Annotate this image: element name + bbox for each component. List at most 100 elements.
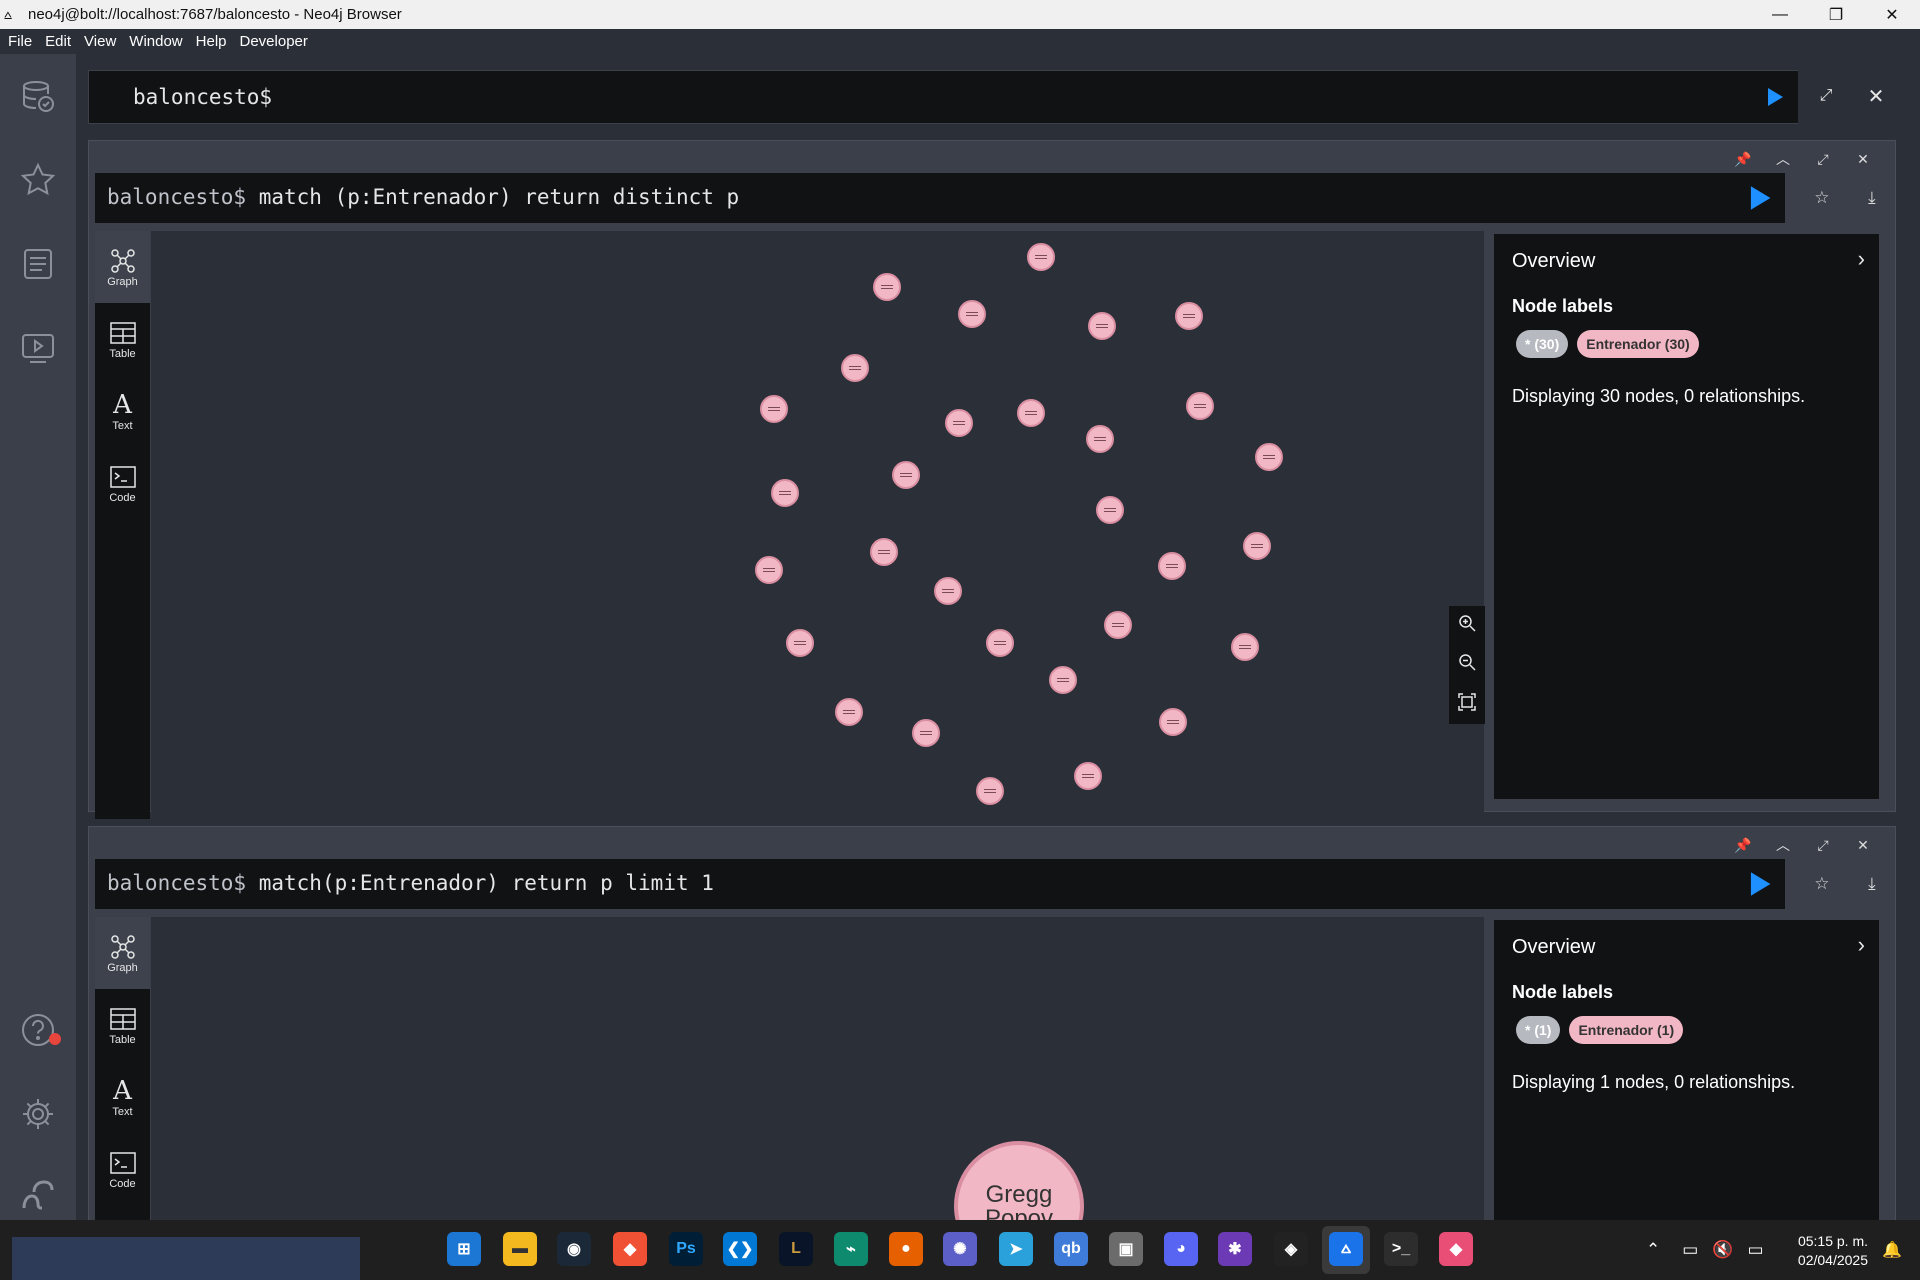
photoshop-icon[interactable]: Ps [669, 1232, 703, 1266]
download-icon[interactable]: ⤓ [1868, 188, 1876, 208]
file-explorer-icon[interactable]: ▬ [503, 1232, 537, 1266]
gear-icon[interactable] [18, 1094, 58, 1134]
frame-query-bar[interactable]: baloncesto$ match(p:Entrenador) return p… [95, 859, 1785, 909]
badge-entrenador[interactable]: Entrenador (30) [1577, 330, 1699, 358]
view-code[interactable]: Code [95, 1133, 150, 1205]
star-icon[interactable] [18, 160, 58, 200]
notifications-bell-icon[interactable]: 🔔 [1882, 1240, 1902, 1260]
graph-node[interactable] [986, 629, 1014, 657]
windows-start-icon[interactable]: ⊞ [447, 1232, 481, 1266]
badge-all-nodes[interactable]: * (1) [1516, 1016, 1561, 1044]
view-graph[interactable]: Graph [95, 917, 150, 989]
graph-node[interactable] [1096, 496, 1124, 524]
windows-terminal-icon[interactable]: >_ [1384, 1232, 1418, 1266]
chevron-right-icon[interactable]: › [1858, 246, 1865, 272]
graph-node[interactable] [873, 273, 901, 301]
frame-query-text[interactable]: baloncesto$ match (p:Entrenador) return … [107, 185, 739, 209]
discord-icon[interactable]: ◕ [1164, 1232, 1198, 1266]
firefox-icon[interactable]: ● [889, 1232, 923, 1266]
badge-all-nodes[interactable]: * (30) [1516, 330, 1569, 358]
graph-canvas[interactable] [151, 231, 1484, 819]
close-window-icon[interactable]: ✕ [1864, 0, 1920, 29]
badge-entrenador[interactable]: Entrenador (1) [1569, 1016, 1684, 1044]
system-clock[interactable]: 05:15 p. m. 02/04/2025 [1798, 1232, 1868, 1270]
close-frame-icon[interactable]: ✕ [1843, 833, 1883, 857]
close-frame-icon[interactable]: ✕ [1843, 147, 1883, 171]
graph-canvas[interactable]: Gregg Popov [151, 917, 1484, 1221]
graph-node[interactable] [1049, 666, 1077, 694]
graph-node[interactable] [870, 538, 898, 566]
menu-edit[interactable]: Edit [45, 33, 71, 50]
graph-node[interactable] [760, 395, 788, 423]
league-icon[interactable]: L [779, 1232, 813, 1266]
favorite-icon[interactable]: ☆ [1814, 874, 1829, 894]
battery-icon[interactable]: ▭ [1747, 1240, 1763, 1260]
play-icon[interactable] [18, 328, 58, 368]
graph-node[interactable] [934, 577, 962, 605]
graph-node[interactable] [1017, 399, 1045, 427]
rerun-query-icon[interactable] [1747, 185, 1773, 211]
graph-node[interactable] [786, 629, 814, 657]
fullscreen-icon[interactable]: ⤢ [1803, 833, 1843, 857]
widget-thumbnail[interactable] [12, 1237, 360, 1280]
frame-query-text[interactable]: baloncesto$ match(p:Entrenador) return p… [107, 871, 714, 895]
view-text[interactable]: A Text [95, 1061, 150, 1133]
graph-node[interactable] [841, 354, 869, 382]
chevron-right-icon[interactable]: › [1858, 932, 1865, 958]
restore-icon[interactable]: ❐ [1808, 0, 1864, 29]
graph-node[interactable] [1074, 762, 1102, 790]
menu-help[interactable]: Help [196, 33, 227, 50]
graph-node-large[interactable]: Gregg Popov [954, 1141, 1084, 1221]
view-code[interactable]: Code [95, 447, 150, 519]
graph-node[interactable] [1027, 243, 1055, 271]
git-icon[interactable]: ◆ [613, 1232, 647, 1266]
graph-node[interactable] [1231, 633, 1259, 661]
collapse-icon[interactable]: ︿ [1763, 833, 1803, 857]
zoom-in-icon[interactable] [1458, 614, 1476, 637]
clear-editor-icon[interactable]: ✕ [1862, 82, 1890, 110]
volume-muted-icon[interactable]: 🔇 [1712, 1240, 1733, 1260]
frame-query-bar[interactable]: baloncesto$ match (p:Entrenador) return … [95, 173, 1785, 223]
graph-node[interactable] [945, 409, 973, 437]
chevron-up-icon[interactable]: ⌃ [1646, 1240, 1660, 1260]
graph-node[interactable] [1086, 425, 1114, 453]
graph-node[interactable] [835, 698, 863, 726]
rerun-query-icon[interactable] [1747, 871, 1773, 897]
graph-node[interactable] [1186, 392, 1214, 420]
gear-app-icon[interactable]: ✺ [943, 1232, 977, 1266]
graph-node[interactable] [1159, 708, 1187, 736]
neo4j-icon[interactable]: ⩟ [1329, 1232, 1363, 1266]
git-kraken-icon[interactable]: ◆ [1439, 1232, 1473, 1266]
neo4j-logo-icon[interactable] [18, 1176, 58, 1216]
editor-prompt[interactable]: baloncesto$ [133, 85, 272, 109]
qbittorrent-icon[interactable]: qb [1054, 1232, 1088, 1266]
collapse-icon[interactable]: ︿ [1763, 147, 1803, 171]
menu-file[interactable]: File [8, 33, 32, 50]
graph-node[interactable] [1158, 552, 1186, 580]
pin-icon[interactable]: 📌 [1723, 147, 1763, 171]
fit-to-screen-icon[interactable] [1458, 693, 1476, 716]
view-table[interactable]: Table [95, 303, 150, 375]
document-icon[interactable] [18, 244, 58, 284]
fullscreen-icon[interactable]: ⤢ [1803, 147, 1843, 171]
view-table[interactable]: Table [95, 989, 150, 1061]
graph-node[interactable] [1175, 302, 1203, 330]
menu-view[interactable]: View [84, 33, 116, 50]
steam-icon[interactable]: ◉ [557, 1232, 591, 1266]
graph-node[interactable] [1088, 312, 1116, 340]
vscode-icon[interactable]: ❮❯ [723, 1232, 757, 1266]
menu-developer[interactable]: Developer [240, 33, 308, 50]
telegram-icon[interactable]: ➤ [999, 1232, 1033, 1266]
download-icon[interactable]: ⤓ [1868, 874, 1876, 894]
terminal-app-icon[interactable]: ⌁ [834, 1232, 868, 1266]
graph-node[interactable] [976, 777, 1004, 805]
unity-icon[interactable]: ◈ [1274, 1232, 1308, 1266]
view-graph[interactable]: Graph [95, 231, 150, 303]
graph-node[interactable] [912, 719, 940, 747]
pin-icon[interactable]: 📌 [1723, 833, 1763, 857]
graph-node[interactable] [1104, 611, 1132, 639]
menu-window[interactable]: Window [129, 33, 182, 50]
favorite-icon[interactable]: ☆ [1814, 188, 1829, 208]
run-query-icon[interactable] [1761, 83, 1789, 111]
view-text[interactable]: A Text [95, 375, 150, 447]
